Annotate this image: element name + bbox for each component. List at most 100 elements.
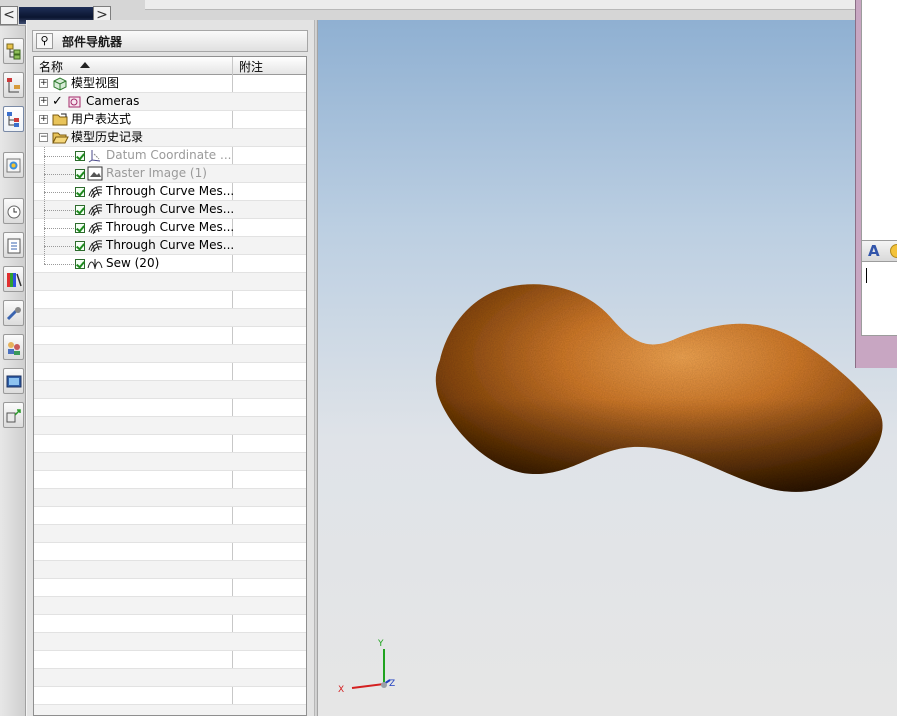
assembly-navigator-icon <box>6 43 21 60</box>
model-views-icon <box>52 76 69 91</box>
datum-csys-icon <box>87 148 104 163</box>
process-studio-tab[interactable] <box>3 266 24 292</box>
constraint-navigator-icon <box>7 78 20 93</box>
tree-row[interactable] <box>34 273 306 291</box>
font-button[interactable]: A <box>868 242 880 260</box>
expand-toggle[interactable]: + <box>39 115 48 124</box>
x-axis-label: X <box>338 685 344 695</box>
scroll-left-button[interactable]: < <box>0 6 18 25</box>
tree-row[interactable] <box>34 579 306 597</box>
tree-connector <box>44 210 74 211</box>
tree-row[interactable]: Sew (20) <box>34 255 306 273</box>
tree-row[interactable] <box>34 507 306 525</box>
feature-checkbox[interactable] <box>75 223 85 233</box>
tree-row[interactable] <box>34 525 306 543</box>
navigator-header: ⚲ 部件导航器 <box>32 30 308 52</box>
process-studio-icon <box>7 273 22 287</box>
tree-row[interactable]: Through Curve Mes... <box>34 183 306 201</box>
reuse-library-tab[interactable] <box>3 152 24 178</box>
tree-row[interactable] <box>34 345 306 363</box>
tree-row[interactable]: Through Curve Mes... <box>34 201 306 219</box>
tree-row[interactable]: Through Curve Mes... <box>34 237 306 255</box>
tree-row[interactable]: Through Curve Mes... <box>34 219 306 237</box>
tree-row[interactable] <box>34 363 306 381</box>
smiley-icon[interactable] <box>890 244 897 258</box>
node-label: Through Curve Mes... <box>106 202 235 216</box>
visibility-checkmark[interactable]: ✓ <box>52 93 63 110</box>
feature-checkbox[interactable] <box>75 241 85 251</box>
tree-row[interactable] <box>34 543 306 561</box>
tree-row[interactable]: Datum Coordinate ... <box>34 147 306 165</box>
kinematics-tab[interactable] <box>3 402 24 428</box>
tree-row[interactable] <box>34 453 306 471</box>
history-icon <box>7 205 21 219</box>
sort-ascending-icon[interactable] <box>80 62 90 68</box>
feature-checkbox[interactable] <box>75 205 85 215</box>
tree-row[interactable] <box>34 417 306 435</box>
text-input-caret[interactable] <box>866 268 867 283</box>
manufacturing-wizard-icon <box>6 307 21 321</box>
expand-toggle[interactable]: + <box>39 97 48 106</box>
tree-row[interactable] <box>34 435 306 453</box>
feature-tree: 名称 附注 + 模型视图 + ✓ Cameras + 用户表达式 − 模型历史记录 Datum C… <box>33 56 307 716</box>
tree-row[interactable]: Raster Image (1) <box>34 165 306 183</box>
history-tab[interactable] <box>3 198 24 224</box>
tree-row[interactable] <box>34 381 306 399</box>
tree-row[interactable]: + 模型视图 <box>34 75 306 93</box>
tree-row[interactable] <box>34 651 306 669</box>
node-label: Datum Coordinate ... <box>106 148 232 162</box>
tree-row[interactable] <box>34 705 306 715</box>
tree-row[interactable] <box>34 399 306 417</box>
collapse-toggle[interactable]: − <box>39 133 48 142</box>
part-navigator-tab[interactable] <box>3 106 24 132</box>
system-scene-tab[interactable] <box>3 368 24 394</box>
sewn-sheet-body[interactable] <box>428 275 888 505</box>
tree-row[interactable] <box>34 669 306 687</box>
node-label: 用户表达式 <box>71 112 132 126</box>
tree-row[interactable] <box>34 633 306 651</box>
z-axis-label: Z <box>389 679 395 689</box>
feature-checkbox[interactable] <box>75 187 85 197</box>
assembly-navigator-tab[interactable] <box>3 38 24 64</box>
roles-tab[interactable] <box>3 334 24 360</box>
triad-origin <box>381 682 387 688</box>
tree-row[interactable] <box>34 615 306 633</box>
tree-row[interactable] <box>34 309 306 327</box>
feature-checkbox[interactable] <box>75 259 85 269</box>
pin-icon[interactable]: ⚲ <box>36 33 53 49</box>
tree-row[interactable] <box>34 597 306 615</box>
tree-row[interactable] <box>34 561 306 579</box>
part-navigator-icon <box>7 112 19 127</box>
open-folder-icon <box>52 130 69 145</box>
tree-row[interactable]: + ✓ Cameras <box>34 93 306 111</box>
dialog-format-toolbar: A <box>861 240 897 262</box>
tree-connector <box>44 147 45 264</box>
tree-row[interactable] <box>34 471 306 489</box>
feature-checkbox[interactable] <box>75 151 85 161</box>
tree-row[interactable] <box>34 687 306 705</box>
navigator-title: 部件导航器 <box>62 35 123 49</box>
tree-row[interactable] <box>34 291 306 309</box>
cameras-icon <box>67 94 84 109</box>
tree-row[interactable]: − 模型历史记录 <box>34 129 306 147</box>
constraint-navigator-tab[interactable] <box>3 72 24 98</box>
through-curve-mesh-icon <box>87 202 104 217</box>
expand-toggle[interactable]: + <box>39 79 48 88</box>
tree-row[interactable]: + 用户表达式 <box>34 111 306 129</box>
feature-checkbox[interactable] <box>75 169 85 179</box>
dialog-content <box>861 0 897 336</box>
system-materials-icon <box>7 238 21 254</box>
tree-connector <box>44 228 74 229</box>
manufacturing-wizard-tab[interactable] <box>3 300 24 326</box>
tree-row[interactable] <box>34 489 306 507</box>
column-name-header[interactable]: 名称 <box>39 58 63 75</box>
tree-row[interactable] <box>34 327 306 345</box>
tree-connector <box>44 156 74 157</box>
graphics-viewport[interactable]: Y X Z <box>318 20 897 716</box>
through-curve-mesh-icon <box>87 238 104 253</box>
system-materials-tab[interactable] <box>3 232 24 258</box>
column-comment-header[interactable]: 附注 <box>239 58 263 75</box>
y-axis-label: Y <box>377 639 384 649</box>
x-axis-line <box>351 683 385 689</box>
sew-icon <box>87 256 104 271</box>
